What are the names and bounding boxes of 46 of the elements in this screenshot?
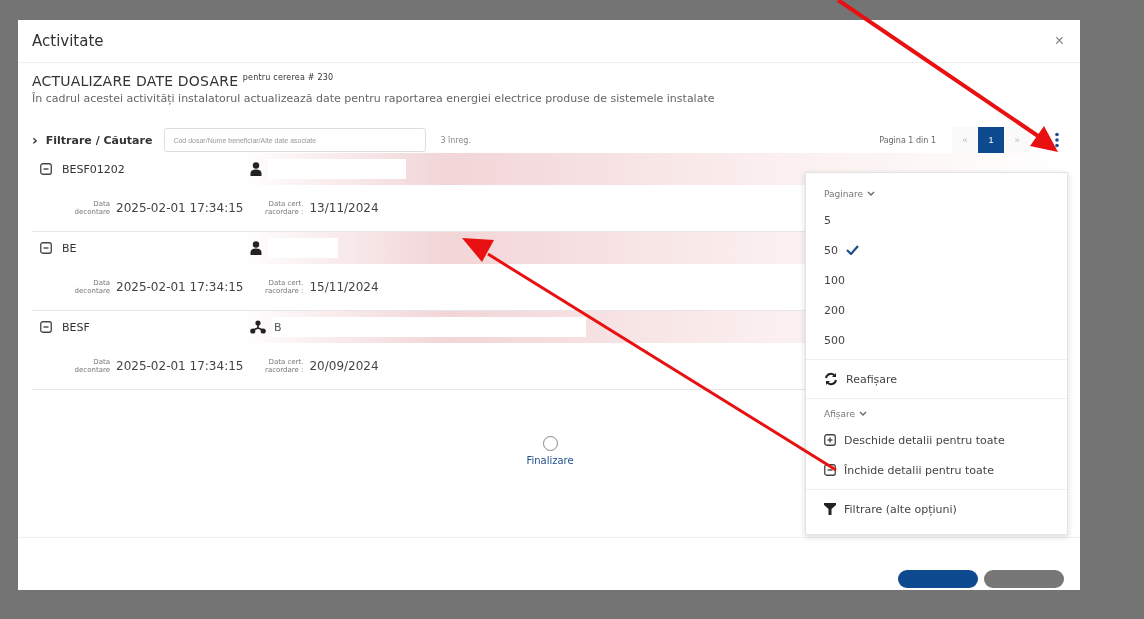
field-value: 2025-02-01 17:34:15 — [116, 280, 244, 294]
field-value: 2025-02-01 17:34:15 — [116, 201, 244, 215]
field-value: 20/09/2024 — [309, 359, 379, 373]
caret-icon — [859, 411, 868, 417]
filter-icon — [824, 503, 836, 515]
collapse-icon[interactable] — [40, 321, 52, 333]
page-info: Pagina 1 din 1 — [879, 135, 936, 145]
menu-item[interactable]: 500 — [806, 325, 1067, 355]
menu-item[interactable]: Deschide detalii pentru toate — [806, 425, 1067, 455]
caret-icon — [867, 191, 875, 197]
menu-section-title[interactable]: Afișare — [806, 403, 1067, 425]
close-button[interactable]: × — [1050, 30, 1068, 52]
record-count: 3 înreg. — [440, 135, 471, 145]
person-icon — [250, 241, 262, 255]
menu-item[interactable]: 5 — [806, 205, 1067, 235]
field-value: 15/11/2024 — [309, 280, 379, 294]
collapse-icon[interactable] — [40, 163, 52, 175]
step-label[interactable]: Finalizare — [526, 455, 574, 466]
collapse-icon — [824, 464, 836, 476]
hierarchy-icon — [250, 320, 266, 334]
footer-button[interactable] — [898, 570, 978, 588]
menu-item[interactable]: 200 — [806, 295, 1067, 325]
refresh-icon — [824, 372, 838, 386]
record-code: BESF01202 — [62, 162, 126, 176]
footer-button[interactable] — [984, 570, 1064, 588]
field-value: 13/11/2024 — [309, 201, 379, 215]
menu-item[interactable]: Filtrare (alte opțiuni) — [806, 494, 1067, 524]
expand-icon — [824, 434, 836, 446]
field-value: 2025-02-01 17:34:15 — [116, 359, 244, 373]
menu-item[interactable]: Reafișare — [806, 364, 1067, 394]
record-code: BE — [62, 241, 78, 255]
menu-item[interactable]: 100 — [806, 265, 1067, 295]
activity-heading: ACTUALIZARE DATE DOSARE $^{pentru cererea # 230}$ — [32, 73, 335, 89]
page-button[interactable]: 1 — [978, 127, 1004, 153]
chevron-icon[interactable]: › — [32, 132, 38, 148]
menu-section-title[interactable]: Paginare — [806, 183, 1067, 205]
person-icon — [250, 162, 262, 176]
dialog-title: Activitate — [32, 32, 104, 50]
filter-label[interactable]: Filtrare / Căutare — [45, 133, 153, 147]
menu-item[interactable]: 50 — [806, 235, 1067, 265]
collapse-icon[interactable] — [40, 242, 52, 254]
menu-item[interactable]: Închide detalii pentru toate — [806, 455, 1067, 485]
owner-name: B — [274, 320, 282, 334]
activity-description: În cadrul acestei activități instalatorul actualizează date pentru raportarea energiei electrice produse de sistemele instalate — [32, 92, 716, 105]
more-options-icon[interactable] — [1054, 132, 1060, 148]
record-code: BESF — [62, 320, 91, 334]
